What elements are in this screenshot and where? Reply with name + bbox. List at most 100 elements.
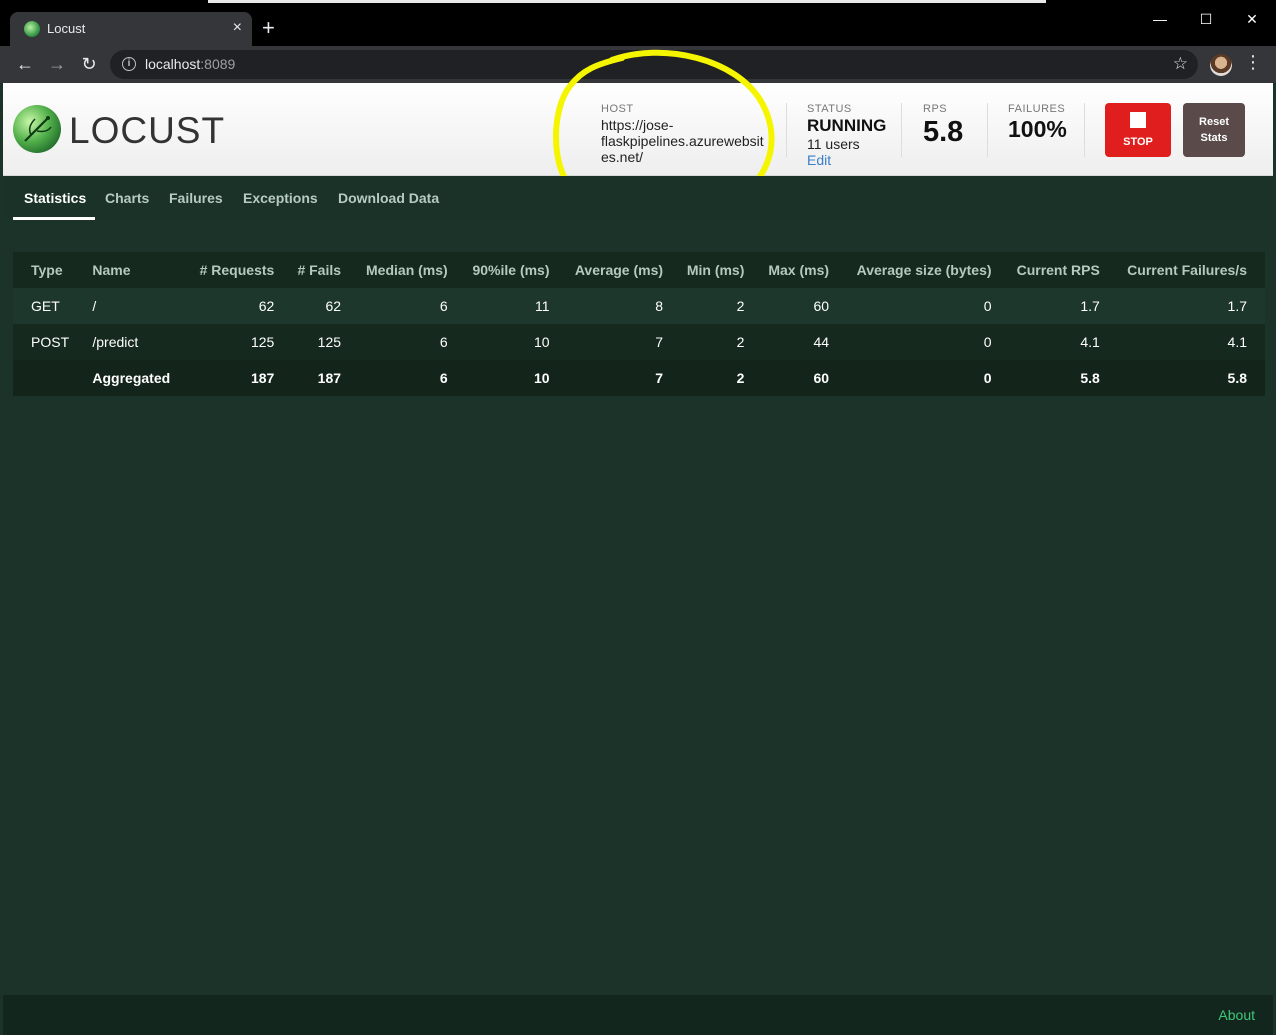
reset-label-line2: Stats (1200, 132, 1228, 144)
cell-median: 6 (351, 324, 458, 360)
table-header-row: Type Name # Requests # Fails Median (ms)… (13, 252, 1265, 288)
stop-button[interactable]: STOP (1105, 103, 1171, 157)
tab-close-icon[interactable]: × (233, 19, 242, 37)
column-header[interactable]: Current RPS (1001, 252, 1110, 288)
site-info-icon[interactable]: i (122, 57, 136, 71)
tab-exceptions[interactable]: Exceptions (243, 190, 318, 206)
column-header[interactable]: 90%ile (ms) (457, 252, 560, 288)
rps-value: 5.8 (923, 116, 964, 148)
minimize-icon[interactable]: — (1137, 6, 1183, 32)
cell-average: 8 (559, 288, 674, 324)
cell-type (13, 360, 83, 396)
close-window-icon[interactable]: ✕ (1229, 6, 1275, 32)
divider (987, 103, 988, 157)
cell-p90: 11 (457, 288, 560, 324)
cell-p90: 10 (457, 324, 560, 360)
cell-requests: 187 (184, 360, 285, 396)
cell-max: 60 (754, 360, 840, 396)
column-header[interactable]: # Requests (184, 252, 285, 288)
url-port: :8089 (200, 56, 236, 72)
cell-name: Aggregated (82, 360, 185, 396)
divider (786, 103, 787, 157)
column-header[interactable]: Average (ms) (559, 252, 674, 288)
column-header[interactable]: Name (82, 252, 185, 288)
divider (901, 103, 902, 157)
cell-rps: 4.1 (1001, 324, 1110, 360)
cell-max: 60 (754, 288, 840, 324)
edit-link[interactable]: Edit (807, 152, 886, 168)
cell-fails: 125 (284, 324, 352, 360)
tab-failures[interactable]: Failures (169, 190, 223, 206)
cell-min: 2 (673, 360, 755, 396)
cell-fails: 187 (284, 360, 352, 396)
cell-requests: 125 (184, 324, 285, 360)
locust-favicon-icon (24, 21, 40, 37)
failures-stat: FAILURES 100% (1008, 103, 1067, 143)
users-count: 11 users (807, 136, 860, 152)
table-row: GET / 62 62 6 11 8 2 60 0 1.7 1.7 (13, 288, 1265, 324)
tab-download-data[interactable]: Download Data (338, 190, 439, 206)
statistics-table: Type Name # Requests # Fails Median (ms)… (13, 252, 1265, 396)
column-header[interactable]: # Fails (284, 252, 352, 288)
cell-requests: 62 (184, 288, 285, 324)
column-header[interactable]: Median (ms) (351, 252, 458, 288)
url-host: localhost (145, 56, 201, 72)
tab-charts[interactable]: Charts (105, 190, 149, 206)
cell-average: 7 (559, 360, 674, 396)
cell-failures-per-s: 4.1 (1109, 324, 1265, 360)
tab-statistics[interactable]: Statistics (24, 190, 86, 206)
locust-logo-text: LOCUST (69, 110, 226, 151)
cell-median: 6 (351, 288, 458, 324)
maximize-icon[interactable]: ☐ (1183, 6, 1229, 32)
cell-failures-per-s: 1.7 (1109, 288, 1265, 324)
locust-logo-icon (13, 105, 61, 153)
url-text: localhost:8089 (145, 56, 235, 72)
stop-square-icon (1130, 112, 1146, 128)
main-tab-bar: Statistics Charts Failures Exceptions Do… (3, 176, 1273, 220)
cell-max: 44 (754, 324, 840, 360)
cell-median: 6 (351, 360, 458, 396)
forward-arrow-icon[interactable]: → (45, 52, 69, 76)
status-value: RUNNING (807, 116, 887, 135)
cell-name: / (82, 288, 185, 324)
cell-type: POST (13, 324, 83, 360)
status-stat: STATUS RUNNING 11 users Edit (807, 103, 886, 168)
table-total-row: Aggregated 187 187 6 10 7 2 60 0 5.8 5.8 (13, 360, 1265, 396)
rps-stat: RPS 5.8 (923, 103, 963, 149)
rps-label: RPS (923, 103, 948, 115)
new-tab-button[interactable]: + (262, 15, 275, 41)
back-arrow-icon[interactable]: ← (13, 52, 37, 76)
bookmark-star-icon[interactable]: ☆ (1173, 54, 1188, 74)
divider (1084, 103, 1085, 157)
reset-label-line1: Reset (1199, 116, 1229, 128)
cell-type: GET (13, 288, 83, 324)
status-label: STATUS (807, 103, 852, 115)
statistics-panel: Type Name # Requests # Fails Median (ms)… (3, 220, 1273, 995)
column-header[interactable]: Type (13, 252, 83, 288)
column-header[interactable]: Average size (bytes) (839, 252, 1002, 288)
cell-rps: 1.7 (1001, 288, 1110, 324)
cell-avg-size: 0 (839, 324, 1002, 360)
column-header[interactable]: Min (ms) (673, 252, 755, 288)
browser-menu-icon[interactable]: ⋮ (1244, 52, 1262, 73)
cell-average: 7 (559, 324, 674, 360)
profile-avatar[interactable] (1210, 54, 1232, 76)
reload-icon[interactable]: ↻ (77, 52, 101, 76)
column-header[interactable]: Current Failures/s (1109, 252, 1265, 288)
table-row: POST /predict 125 125 6 10 7 2 44 0 4.1 … (13, 324, 1265, 360)
cell-rps: 5.8 (1001, 360, 1110, 396)
browser-tab-locust[interactable]: Locust × (10, 12, 252, 46)
cell-fails: 62 (284, 288, 352, 324)
cell-p90: 10 (457, 360, 560, 396)
reset-stats-button[interactable]: Reset Stats (1183, 103, 1245, 157)
column-header[interactable]: Max (ms) (754, 252, 840, 288)
cell-avg-size: 0 (839, 288, 1002, 324)
cell-failures-per-s: 5.8 (1109, 360, 1265, 396)
cell-min: 2 (673, 324, 755, 360)
failures-label: FAILURES (1008, 103, 1066, 115)
about-link[interactable]: About (1218, 1007, 1255, 1023)
cell-name: /predict (82, 324, 185, 360)
failures-value: 100% (1008, 116, 1067, 142)
cell-avg-size: 0 (839, 360, 1002, 396)
background-window-strip (208, 0, 1046, 3)
